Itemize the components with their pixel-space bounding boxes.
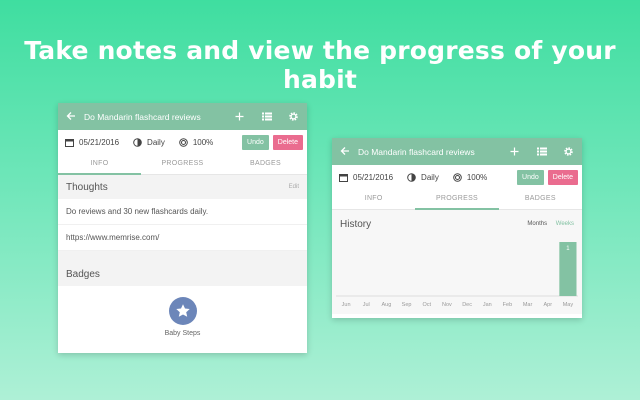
chart-tick-label: Mar bbox=[523, 302, 533, 308]
frequency-group: Daily bbox=[133, 138, 165, 147]
tab-bar: INFO PROGRESS BADGES bbox=[58, 154, 307, 175]
tab-progress[interactable]: PROGRESS bbox=[415, 189, 499, 210]
chart-tick-label: Sep bbox=[402, 302, 412, 308]
habit-date: 05/21/2016 bbox=[353, 172, 394, 182]
list-icon[interactable] bbox=[253, 111, 280, 123]
progress-card: Do Mandarin flashcard reviews 05/21/2016… bbox=[332, 138, 582, 318]
delete-button[interactable]: Delete bbox=[272, 134, 303, 150]
edit-button[interactable]: Edit bbox=[289, 184, 299, 190]
add-icon[interactable] bbox=[501, 146, 528, 158]
title-bar: Do Mandarin flashcard reviews bbox=[58, 103, 307, 130]
calendar-icon bbox=[65, 138, 74, 147]
tab-bar: INFO PROGRESS BADGES bbox=[332, 189, 582, 210]
badge-name: Baby Steps bbox=[164, 330, 201, 337]
thoughts-heading: Thoughts bbox=[66, 181, 108, 193]
frequency-group: Daily bbox=[407, 173, 439, 182]
chart-tick-label: Jul bbox=[363, 302, 370, 308]
frequency-icon bbox=[133, 137, 142, 147]
info-card: Do Mandarin flashcard reviews 05/21/2016… bbox=[58, 103, 307, 353]
habit-frequency: Daily bbox=[147, 137, 165, 147]
list-icon[interactable] bbox=[528, 146, 555, 158]
chart-tick-label: Nov bbox=[442, 302, 452, 308]
chart-tick-label: Aug bbox=[382, 302, 392, 308]
undo-button[interactable]: Undo bbox=[242, 134, 269, 150]
status-bar: 05/21/2016 Daily 100% Undo Delete bbox=[332, 165, 582, 189]
tab-info[interactable]: INFO bbox=[58, 154, 141, 175]
habit-date: 05/21/2016 bbox=[79, 137, 120, 147]
chart-tick-label: Jan bbox=[483, 302, 492, 308]
view-option-weeks[interactable]: Weeks bbox=[556, 221, 574, 227]
title-bar: Do Mandarin flashcard reviews bbox=[332, 138, 582, 165]
back-arrow-icon[interactable] bbox=[332, 144, 358, 159]
undo-button[interactable]: Undo bbox=[517, 169, 544, 185]
status-bar: 05/21/2016 Daily 100% Undo Delete bbox=[58, 130, 307, 154]
progress-icon bbox=[453, 172, 462, 182]
badge-item: Baby Steps bbox=[58, 286, 307, 344]
chart-tick-label: May bbox=[563, 302, 574, 308]
history-heading: History bbox=[340, 218, 372, 230]
tab-info[interactable]: INFO bbox=[332, 189, 415, 209]
frequency-icon bbox=[407, 172, 416, 182]
badge-circle bbox=[168, 297, 197, 325]
tab-progress[interactable]: PROGRESS bbox=[141, 154, 224, 174]
date-group: 05/21/2016 bbox=[65, 138, 119, 147]
gear-icon[interactable] bbox=[555, 146, 582, 158]
headline: Take notes and view the progress of your… bbox=[24, 36, 616, 94]
delete-button[interactable]: Delete bbox=[547, 169, 578, 185]
habit-percent: 100% bbox=[466, 172, 488, 182]
chart-tick-label: Jun bbox=[342, 302, 351, 308]
habit-title: Do Mandarin flashcard reviews bbox=[358, 146, 475, 157]
gear-icon[interactable] bbox=[280, 111, 307, 123]
calendar-icon bbox=[339, 173, 348, 182]
habit-frequency: Daily bbox=[421, 172, 439, 182]
tab-badges[interactable]: BADGES bbox=[499, 189, 582, 209]
view-option-months[interactable]: Months bbox=[527, 221, 547, 227]
chart-tick-label: Dec bbox=[462, 302, 472, 308]
habit-percent: 100% bbox=[192, 137, 214, 147]
habit-title: Do Mandarin flashcard reviews bbox=[84, 111, 201, 122]
date-group: 05/21/2016 bbox=[339, 173, 393, 182]
badges-header: Badges bbox=[58, 262, 307, 286]
history-chart: Jun Jul Aug Sep Oct Nov Dec Jan Feb Mar Apr 1 May bbox=[332, 238, 582, 314]
chart-tick-label: Apr bbox=[543, 302, 552, 308]
back-arrow-icon[interactable] bbox=[58, 109, 84, 124]
badges-heading: Badges bbox=[66, 268, 100, 280]
history-chart-svg: Jun Jul Aug Sep Oct Nov Dec Jan Feb Mar Apr1May bbox=[336, 242, 578, 308]
history-header: History Months Weeks bbox=[332, 210, 582, 238]
star-icon bbox=[175, 304, 190, 317]
chart-tick-label: Feb bbox=[503, 302, 512, 308]
percent-group: 100% bbox=[453, 173, 487, 182]
view-options: Months Weeks bbox=[520, 221, 574, 227]
percent-group: 100% bbox=[179, 138, 213, 147]
add-icon[interactable] bbox=[226, 111, 253, 123]
note-item: Do reviews and 30 new flashcards daily. bbox=[58, 199, 307, 225]
note-item: https://www.memrise.com/ bbox=[58, 225, 307, 251]
progress-icon bbox=[179, 137, 188, 147]
chart-tick-label: Oct bbox=[422, 302, 431, 308]
tab-badges[interactable]: BADGES bbox=[224, 154, 307, 174]
thoughts-header: Thoughts Edit bbox=[58, 175, 307, 199]
